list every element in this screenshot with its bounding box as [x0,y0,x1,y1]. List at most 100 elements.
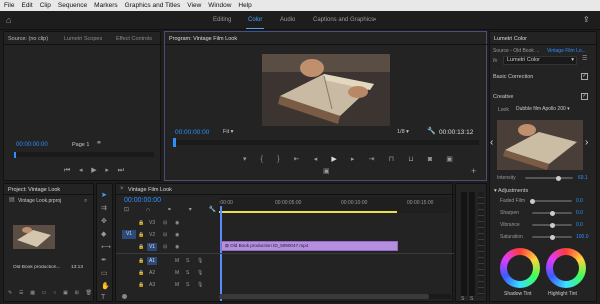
track-label[interactable]: V3 [149,220,155,226]
sequence-title[interactable]: Vintage Film Look [128,187,172,193]
basic-correction-checkbox[interactable]: ✓ [581,73,588,80]
wrench-icon[interactable]: 🔧 [427,128,436,135]
microphone-icon[interactable]: 🎙 [197,282,203,289]
sync-lock-icon[interactable]: ⊟ [163,220,167,227]
solo-button[interactable]: S [186,258,189,264]
snap-icon[interactable]: ∩ [146,207,150,214]
scroll-thumb[interactable] [219,294,429,299]
basic-correction-header[interactable]: Basic Correction [493,74,533,80]
microphone-icon[interactable]: 🎙 [197,258,203,265]
solo-right-button[interactable]: S [470,296,473,302]
tab-editing[interactable]: Editing [213,17,231,23]
eye-icon[interactable]: ◉ [175,244,179,251]
lock-icon[interactable]: 🔒 [138,232,144,239]
menu-window[interactable]: Window [208,2,231,9]
param-value[interactable]: 0.0 [576,210,583,216]
tab-captions[interactable]: Captions and Graphics [313,17,374,23]
param-value[interactable]: 0.0 [576,198,583,204]
menu-edit[interactable]: Edit [21,2,32,9]
step-forward-icon[interactable]: ▸ [351,156,355,163]
previous-look-icon[interactable]: ‹ [490,137,493,148]
menu-clip[interactable]: Clip [40,2,51,9]
timeline-scrollbar[interactable] [219,294,451,299]
adjustments-header[interactable]: ▾ Adjustments [494,188,528,194]
mute-button[interactable]: M [175,270,179,276]
add-marker-icon[interactable]: ▾ [189,207,192,214]
list-view-icon[interactable]: ☰ [19,290,23,297]
tab-effect-controls[interactable]: Effect Controls [116,36,152,42]
new-bin-icon[interactable]: ▣ [63,290,68,297]
ripple-edit-icon[interactable]: ✥ [101,218,107,225]
track-label[interactable]: V2 [149,232,155,238]
tab-source[interactable]: Source: (no clip) [8,36,48,42]
hand-icon[interactable]: ✋ [101,283,110,290]
program-video-frame[interactable] [262,54,390,126]
play-icon[interactable]: ▶ [331,156,336,163]
solo-left-button[interactable]: S [461,296,464,302]
zoom-fit-select[interactable]: Fit ▾ [223,129,233,135]
lock-icon[interactable]: 🔒 [138,244,144,251]
track-select-icon[interactable]: ⇉ [101,205,107,212]
lock-icon[interactable]: 🔒 [138,270,144,277]
menu-view[interactable]: View [187,2,201,9]
next-look-icon[interactable]: › [585,137,588,148]
lift-icon[interactable]: ⊓ [389,156,394,163]
intensity-slider[interactable] [525,175,573,181]
param-value[interactable]: 0.0 [576,222,583,228]
trash-icon[interactable]: 🗑 [86,290,92,297]
type-tool-icon[interactable]: T [101,294,105,301]
intensity-knob[interactable] [555,175,561,181]
program-timecode[interactable]: 00:00:00:00 [175,129,209,136]
creative-checkbox[interactable]: ✓ [581,93,588,100]
source-playhead[interactable] [14,152,16,158]
param-knob[interactable] [549,234,555,240]
param-slider[interactable] [529,198,572,204]
lock-icon[interactable]: 🔒 [138,258,144,265]
search-icon[interactable]: ⌕ [84,198,87,205]
look-select[interactable]: Dubble film Apollo 200 ▾ [516,106,592,112]
menu-graphics[interactable]: Graphics and Titles [125,2,181,9]
lumetri-target[interactable]: Vintage Film Lo... [547,48,586,54]
source-scrub-bar[interactable] [14,152,154,157]
share-icon[interactable]: ⇪ [583,15,590,24]
param-knob[interactable] [549,210,555,216]
mute-button[interactable]: M [175,258,179,264]
menu-markers[interactable]: Markers [94,2,117,9]
menu-file[interactable]: File [4,2,14,9]
add-button-icon[interactable]: + [471,167,476,176]
intensity-value[interactable]: 69.1 [578,175,588,181]
more-workspaces[interactable]: » [373,17,376,23]
tab-audio[interactable]: Audio [280,17,295,23]
tab-lumetri-scopes[interactable]: Lumetri Scopes [64,36,102,42]
nest-icon[interactable]: ⊡ [124,207,129,214]
link-icon[interactable]: ⚭ [96,140,102,147]
solo-button[interactable]: S [186,270,189,276]
param-value[interactable]: 100.0 [576,234,589,240]
program-playhead[interactable] [173,138,176,147]
lock-icon[interactable]: 🔒 [138,282,144,289]
new-item-icon[interactable]: ⊞ [75,290,79,297]
param-slider[interactable] [532,234,572,240]
icon-view-icon[interactable]: ▦ [30,290,35,297]
resolution-select[interactable]: 1/8 ▾ [397,129,409,135]
compare-icon[interactable]: ▣ [446,156,453,163]
play-icon[interactable]: ▶ [91,167,96,174]
step-forward-icon[interactable]: ⏭ [118,167,124,174]
rectangle-icon[interactable]: ▭ [101,270,108,277]
param-slider[interactable] [532,210,572,216]
step-back-icon[interactable]: ⏮ [64,167,70,174]
effect-select[interactable]: Lumetri Color ▾ [503,56,577,65]
go-to-in-icon[interactable]: ⇤ [294,156,300,163]
mute-button[interactable]: M [175,282,179,288]
microphone-icon[interactable]: 🎙 [197,270,203,277]
project-title[interactable]: Project: Vintage Look [8,187,60,193]
home-icon[interactable]: ⌂ [6,15,11,25]
marker-icon[interactable]: ▾ [243,156,247,163]
sync-lock-icon[interactable]: ⊟ [163,244,167,251]
eye-icon[interactable]: ◉ [175,220,179,227]
export-frame-icon[interactable]: ◙ [428,156,432,163]
slip-icon[interactable]: ⟷ [101,244,111,251]
menu-sequence[interactable]: Sequence [58,2,87,9]
source-patch-v1[interactable]: V1 [122,230,136,239]
edit-icon[interactable]: ✎ [8,290,12,297]
